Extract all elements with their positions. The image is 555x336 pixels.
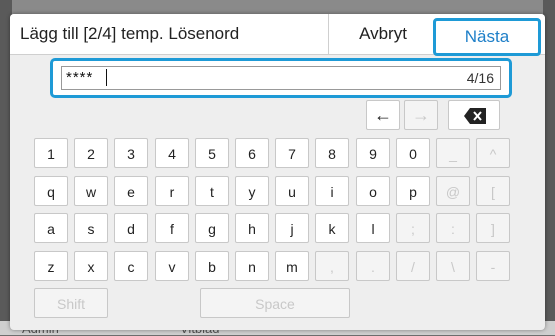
- key[interactable]: ^: [476, 138, 510, 168]
- key[interactable]: b: [195, 251, 229, 281]
- key[interactable]: 4: [155, 138, 189, 168]
- key[interactable]: :: [436, 213, 470, 243]
- key[interactable]: 0: [396, 138, 430, 168]
- shift-key[interactable]: Shift: [34, 288, 108, 318]
- backspace-button[interactable]: [448, 100, 500, 130]
- arrow-left-icon[interactable]: ←: [366, 100, 400, 130]
- key[interactable]: 5: [195, 138, 229, 168]
- key[interactable]: w: [74, 176, 108, 206]
- key[interactable]: 1: [34, 138, 68, 168]
- key[interactable]: 9: [356, 138, 390, 168]
- key[interactable]: .: [356, 251, 390, 281]
- key[interactable]: c: [114, 251, 148, 281]
- key[interactable]: t: [195, 176, 229, 206]
- key[interactable]: /: [396, 251, 430, 281]
- space-key[interactable]: Space: [200, 288, 350, 318]
- arrow-right-icon[interactable]: →: [404, 100, 438, 130]
- key[interactable]: [: [476, 176, 510, 206]
- password-input-frame[interactable]: **** 4/16: [50, 58, 512, 98]
- backspace-icon: [464, 108, 486, 124]
- next-button[interactable]: Nästa: [433, 18, 541, 56]
- key[interactable]: a: [34, 213, 68, 243]
- password-input[interactable]: **** 4/16: [61, 66, 501, 90]
- key[interactable]: ]: [476, 213, 510, 243]
- key[interactable]: n: [235, 251, 269, 281]
- key[interactable]: h: [235, 213, 269, 243]
- cancel-button[interactable]: Avbryt: [328, 14, 437, 54]
- key[interactable]: j: [275, 213, 309, 243]
- key[interactable]: s: [74, 213, 108, 243]
- dialog-title: Lägg till [2/4] temp. Lösenord: [20, 24, 240, 43]
- text-caret: [106, 69, 107, 86]
- key[interactable]: 2: [74, 138, 108, 168]
- key[interactable]: i: [315, 176, 349, 206]
- key[interactable]: 6: [235, 138, 269, 168]
- key[interactable]: x: [74, 251, 108, 281]
- key[interactable]: o: [356, 176, 390, 206]
- key[interactable]: v: [155, 251, 189, 281]
- key[interactable]: d: [114, 213, 148, 243]
- key[interactable]: 8: [315, 138, 349, 168]
- key[interactable]: -: [476, 251, 510, 281]
- password-value: ****: [66, 69, 94, 86]
- key[interactable]: 7: [275, 138, 309, 168]
- password-dialog: Lägg till [2/4] temp. Lösenord Avbryt Nä…: [10, 14, 545, 330]
- key[interactable]: f: [155, 213, 189, 243]
- dialog-header: Lägg till [2/4] temp. Lösenord Avbryt Nä…: [10, 14, 545, 56]
- key[interactable]: \: [436, 251, 470, 281]
- key[interactable]: ,: [315, 251, 349, 281]
- key[interactable]: g: [195, 213, 229, 243]
- key[interactable]: e: [114, 176, 148, 206]
- key[interactable]: ;: [396, 213, 430, 243]
- key[interactable]: p: [396, 176, 430, 206]
- key[interactable]: q: [34, 176, 68, 206]
- character-counter: 4/16: [466, 70, 494, 86]
- key[interactable]: y: [235, 176, 269, 206]
- key[interactable]: k: [315, 213, 349, 243]
- key[interactable]: z: [34, 251, 68, 281]
- key[interactable]: @: [436, 176, 470, 206]
- key[interactable]: r: [155, 176, 189, 206]
- key[interactable]: m: [275, 251, 309, 281]
- key[interactable]: 3: [114, 138, 148, 168]
- key[interactable]: l: [356, 213, 390, 243]
- key[interactable]: _: [436, 138, 470, 168]
- key[interactable]: u: [275, 176, 309, 206]
